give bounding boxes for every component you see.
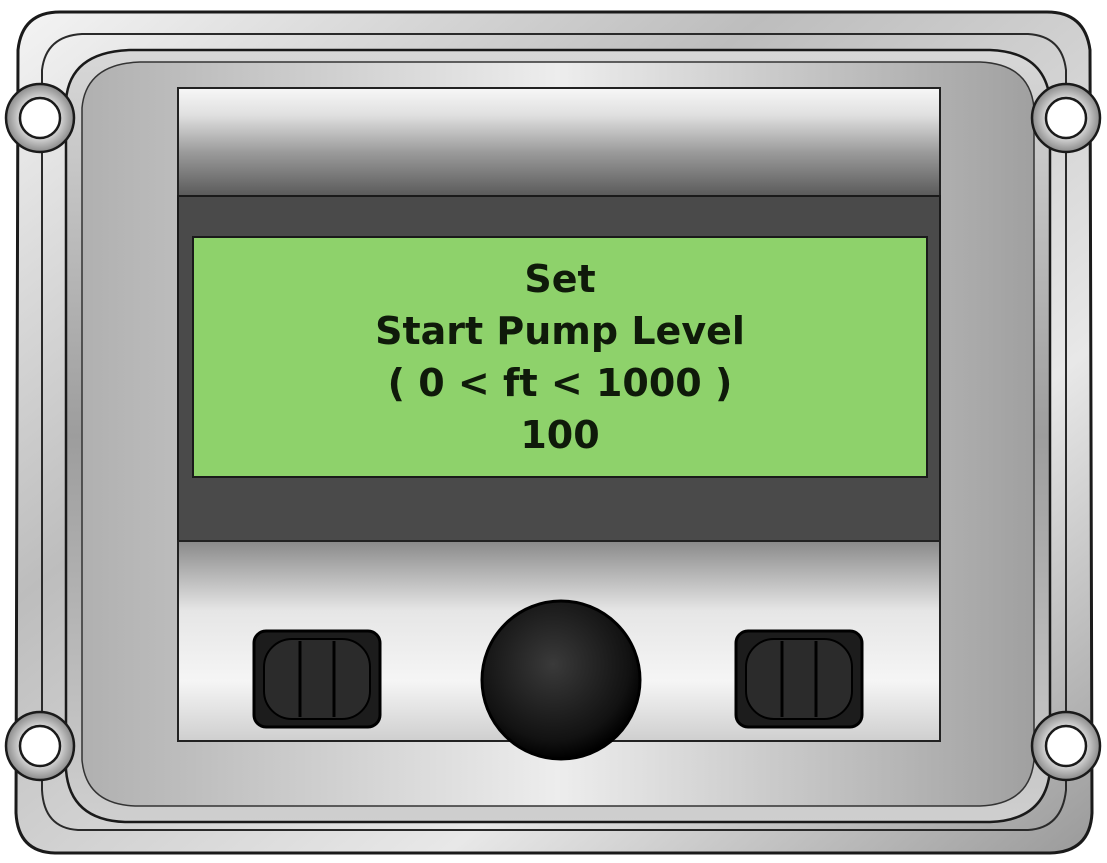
round-knob-icon bbox=[480, 599, 642, 761]
screw-top-right bbox=[1030, 82, 1102, 154]
lcd-display: Set Start Pump Level ( 0 < ft < 1000 ) 1… bbox=[192, 236, 928, 478]
lcd-line-setting-name: Start Pump Level bbox=[375, 309, 745, 353]
center-button[interactable] bbox=[479, 598, 644, 763]
lcd-line-title: Set bbox=[524, 257, 596, 301]
lcd-line-range: ( 0 < ft < 1000 ) bbox=[387, 361, 733, 405]
right-button[interactable] bbox=[734, 629, 864, 729]
screw-top-left bbox=[4, 82, 76, 154]
left-button[interactable] bbox=[252, 629, 382, 729]
screw-bottom-right bbox=[1030, 710, 1102, 782]
rocker-button-icon bbox=[252, 629, 382, 729]
lcd-line-value: 100 bbox=[520, 413, 600, 457]
rocker-button-icon bbox=[734, 629, 864, 729]
screw-bottom-left bbox=[4, 710, 76, 782]
controller-device: Set Start Pump Level ( 0 < ft < 1000 ) 1… bbox=[0, 0, 1107, 863]
